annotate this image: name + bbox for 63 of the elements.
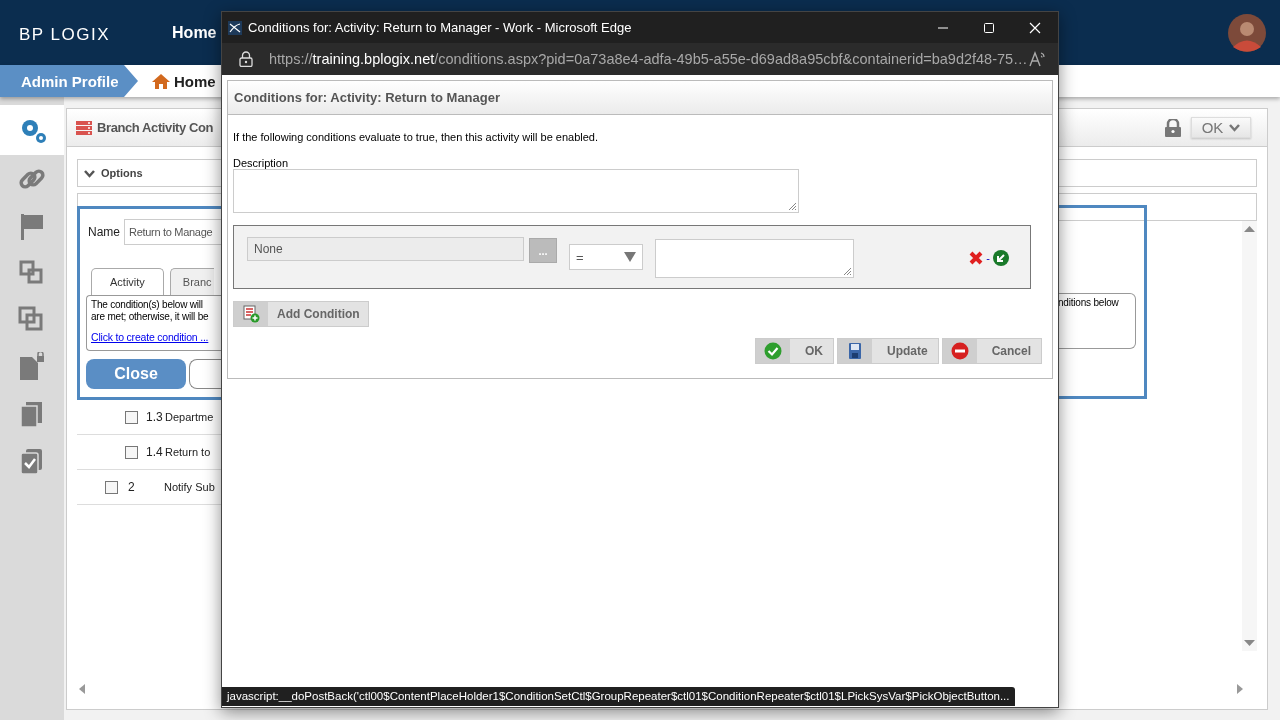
field-label: Name <box>88 225 120 239</box>
cancel-button[interactable]: Cancel <box>941 338 1042 364</box>
avatar[interactable] <box>1228 13 1266 52</box>
help-text: The condition(s) below will <box>91 299 204 311</box>
help-text: are met; otherwise, it will be <box>91 311 210 323</box>
update-button[interactable]: Update <box>836 338 939 364</box>
resize-grip-icon[interactable] <box>842 266 852 276</box>
separator-text: - <box>986 252 990 264</box>
arrow-down-left-icon[interactable] <box>993 250 1009 266</box>
dropdown-arrow-icon <box>624 252 636 262</box>
locked-file-icon[interactable] <box>17 351 47 382</box>
logo: BP LOGIX <box>19 24 111 45</box>
close-icon <box>1029 21 1041 34</box>
scroll-down-arrow[interactable] <box>1244 640 1255 646</box>
row-label[interactable]: Notify Sub <box>164 481 215 493</box>
nav-link[interactable]: Home <box>172 23 217 42</box>
row-label[interactable]: Departme <box>165 411 214 423</box>
lock-icon <box>239 51 253 67</box>
read-aloud-icon[interactable] <box>1027 50 1046 68</box>
tab[interactable]: Branc <box>169 268 214 295</box>
stop-icon <box>950 342 969 360</box>
field-label: Description <box>233 157 289 169</box>
chevron-down-icon <box>1229 123 1241 132</box>
app-icon <box>228 20 242 35</box>
home-icon <box>152 73 170 89</box>
status-link-text: javascript:__doPostBack('ctl00$ContentPlaceHolder1$ConditionSetCtl$GroupRepeater$ctl01$ConditionRepeater$ctl01$LPickSysVar$PickObjectButton... <box>222 687 1015 706</box>
description-field[interactable] <box>233 169 799 213</box>
list-add-icon <box>242 305 260 323</box>
operator-select[interactable]: = <box>569 244 643 270</box>
scroll-up-arrow[interactable] <box>1244 226 1255 232</box>
checkbox[interactable] <box>125 445 138 459</box>
maximize-icon <box>983 21 995 34</box>
ok-button[interactable]: OK <box>754 338 834 364</box>
intro-text: If the following conditions evaluate to true, then this activity will be enabled. <box>233 131 599 143</box>
help-text: nditions below <box>1058 297 1120 309</box>
row-number: 1.3 <box>146 410 164 424</box>
lock-icon <box>1165 118 1181 137</box>
check-icon <box>763 342 782 360</box>
panel-title: Branch Activity Con <box>97 120 214 135</box>
window-title: Conditions for: Activity: Return to Manager - Work - Microsoft Edge <box>248 20 632 35</box>
vertical-scrollbar[interactable] <box>1242 221 1257 651</box>
resize-grip-icon[interactable] <box>787 201 797 211</box>
create-condition-link[interactable]: Click to create condition ... <box>91 331 209 343</box>
checkbox[interactable] <box>125 410 138 424</box>
tab[interactable]: Activity <box>91 268 164 295</box>
value-field[interactable] <box>655 239 854 278</box>
row-number: 2 <box>128 480 136 494</box>
breadcrumb-item[interactable]: Home <box>174 72 216 90</box>
row-number: 1.4 <box>146 445 164 459</box>
add-condition-button[interactable]: Add Condition <box>233 301 369 327</box>
section-header[interactable] <box>1058 193 1257 221</box>
checkbox[interactable] <box>105 480 118 494</box>
secondary-button[interactable] <box>189 359 222 389</box>
url-text[interactable]: https://training.bplogix.net/conditions.aspx?pid=0a73a8e4-adfa-49b5-a55e-d69ad8a95cbf&containerid=ba9d2f48-75… <box>269 51 1028 67</box>
server-icon <box>76 120 92 135</box>
ok-dropdown-button[interactable]: OK <box>1191 117 1251 138</box>
scroll-left-arrow[interactable] <box>79 684 85 694</box>
delete-icon[interactable] <box>969 251 984 265</box>
variable-field[interactable]: None <box>247 237 524 261</box>
row-label[interactable]: Return to <box>165 446 211 458</box>
section-header[interactable]: Options <box>77 159 222 187</box>
dialog-heading: Conditions for: Activity: Return to Manager <box>234 90 501 105</box>
scroll-right-arrow[interactable] <box>1237 684 1243 694</box>
